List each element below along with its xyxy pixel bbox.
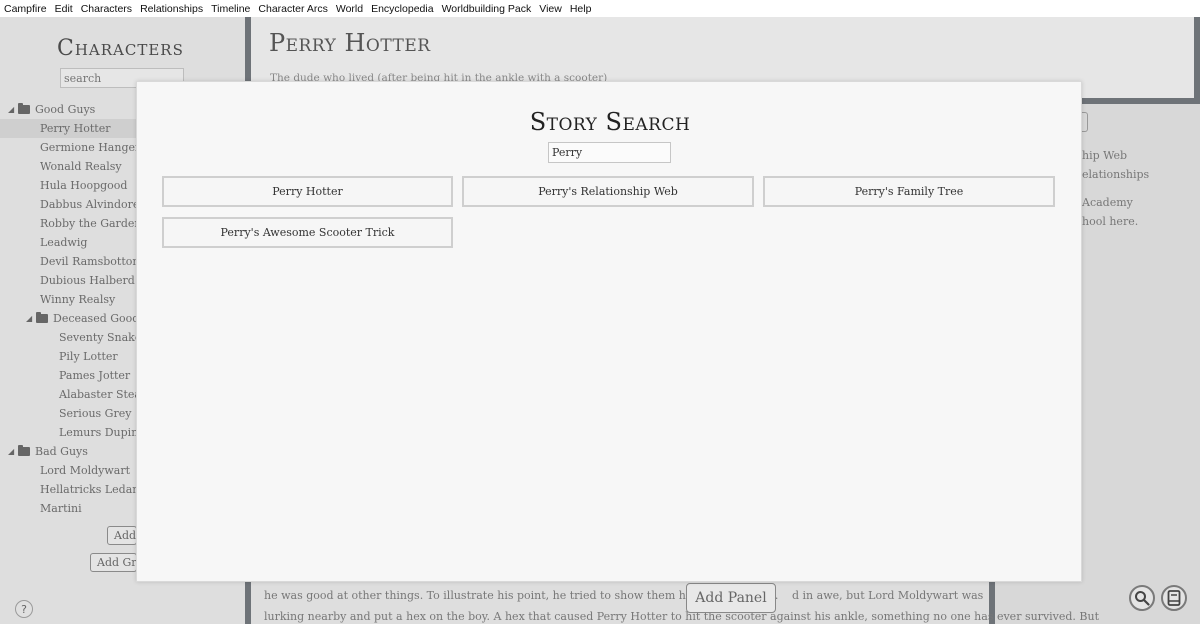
tree-item-label: Lemurs Dupin	[59, 426, 139, 439]
tree-item-label: Perry Hotter	[40, 122, 111, 135]
add-character-button[interactable]: Add	[107, 526, 137, 545]
story-search-input[interactable]	[548, 142, 671, 163]
story-search-modal: Story Search Perry Hotter Perry's Relati…	[136, 81, 1082, 582]
book-icon	[1167, 590, 1181, 606]
folder-icon	[18, 445, 30, 456]
search-result[interactable]: Perry's Relationship Web	[462, 176, 754, 207]
tree-item-label: Lord Moldywart	[40, 464, 131, 477]
menu-world[interactable]: World	[332, 3, 367, 15]
tree-item-label: Martini	[40, 502, 82, 515]
tree-item-label: Winny Realsy	[40, 293, 116, 306]
search-button[interactable]	[1129, 585, 1155, 611]
tree-item-label: Bad Guys	[35, 445, 88, 458]
folder-icon	[36, 312, 48, 323]
search-result[interactable]: Perry's Family Tree	[763, 176, 1055, 207]
menu-timeline[interactable]: Timeline	[207, 3, 254, 15]
menu-worldbuilding-pack[interactable]: Worldbuilding Pack	[438, 3, 536, 15]
add-panel-button[interactable]: Add Panel	[686, 583, 776, 613]
expand-arrow-icon[interactable]: ◢	[26, 314, 36, 323]
right-panel-text: elationships	[1082, 168, 1150, 181]
sidebar-title: Characters	[57, 36, 184, 61]
menu-character-arcs[interactable]: Character Arcs	[254, 3, 331, 15]
magnifier-icon	[1135, 591, 1150, 606]
tree-item-label: Leadwig	[40, 236, 88, 249]
menu-bar: Campfire Edit Characters Relationships T…	[0, 0, 1200, 17]
add-group-button[interactable]: Add Gro	[90, 553, 137, 572]
right-panel-link[interactable]: hip Web	[1082, 149, 1127, 162]
tree-item-label: Serious Grey	[59, 407, 132, 420]
menu-edit[interactable]: Edit	[51, 3, 77, 15]
expand-arrow-icon[interactable]: ◢	[8, 105, 18, 114]
tree-item-label: Devil Ramsbottom	[40, 255, 143, 268]
tree-item-label: Dabbus Alvindore	[40, 198, 140, 211]
body-text-line: d in awe, but Lord Moldywart was	[792, 589, 984, 602]
right-panel-link[interactable]: Academy	[1082, 196, 1133, 209]
menu-encyclopedia[interactable]: Encyclopedia	[367, 3, 437, 15]
tree-item-label: Wonald Realsy	[40, 160, 122, 173]
tree-item-label: Dubious Halberd	[40, 274, 135, 287]
tree-item-label: Seventy Snake	[59, 331, 142, 344]
help-button[interactable]: ?	[15, 600, 33, 618]
tree-item-label: Germione Hanger	[40, 141, 141, 154]
body-text-line: lurking nearby and put a hex on the boy.…	[264, 610, 1100, 623]
menu-view[interactable]: View	[535, 3, 566, 15]
menu-relationships[interactable]: Relationships	[136, 3, 207, 15]
menu-characters[interactable]: Characters	[77, 3, 136, 15]
menu-help[interactable]: Help	[566, 3, 596, 15]
modal-title: Story Search	[529, 108, 691, 136]
menu-campfire[interactable]: Campfire	[0, 3, 51, 15]
expand-arrow-icon[interactable]: ◢	[8, 447, 18, 456]
page-title: Perry Hotter	[269, 29, 431, 57]
book-button[interactable]	[1161, 585, 1187, 611]
right-panel-text: hool here.	[1082, 215, 1139, 228]
folder-icon	[18, 103, 30, 114]
search-result[interactable]: Perry Hotter	[162, 176, 453, 207]
tree-item-label: Hula Hoopgood	[40, 179, 128, 192]
search-result[interactable]: Perry's Awesome Scooter Trick	[162, 217, 453, 248]
tree-item-label: Good Guys	[35, 103, 96, 116]
tree-item-label: Pily Lotter	[59, 350, 118, 363]
tree-item-label: Pames Jotter	[59, 369, 131, 382]
